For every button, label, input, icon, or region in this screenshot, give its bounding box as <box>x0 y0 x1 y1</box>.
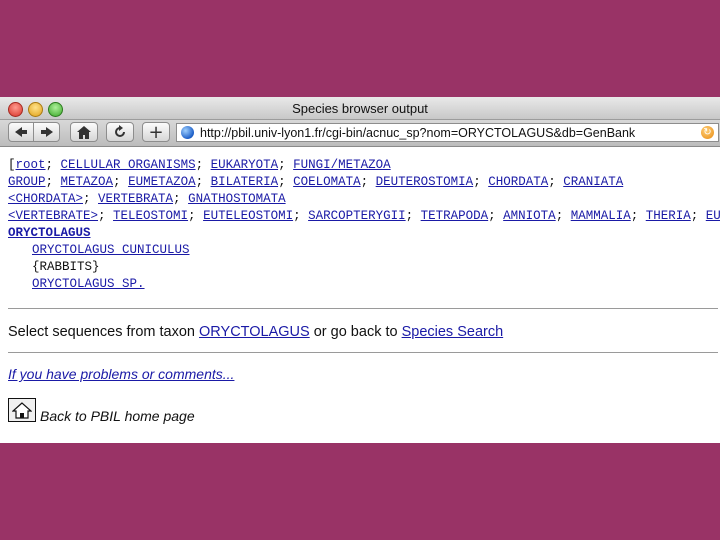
lineage-link[interactable]: CELLULAR ORGANISMS <box>61 158 196 172</box>
globe-icon <box>181 126 194 139</box>
lineage-link[interactable]: TELEOSTOMI <box>113 209 188 223</box>
lineage-separator: ; <box>473 175 489 189</box>
title-bar: Species browser output <box>0 97 720 120</box>
home-button[interactable] <box>70 122 98 142</box>
home-icon <box>77 125 91 139</box>
species-common-name: {RABBITS} <box>32 260 100 274</box>
lineage-separator: ; <box>690 209 706 223</box>
lineage-separator: ; <box>188 209 204 223</box>
lineage-link[interactable]: EUKARYOTA <box>211 158 279 172</box>
lineage-link[interactable]: COELOMATA <box>293 175 361 189</box>
select-middle: or go back to <box>309 324 402 340</box>
genus-link[interactable]: ORYCTOLAGUS <box>8 225 714 242</box>
lineage-link[interactable]: EUTHERIA <box>706 209 720 223</box>
house-icon <box>12 401 32 419</box>
lineage-separator: ; <box>278 158 294 172</box>
reload-icon <box>115 125 125 137</box>
browser-toolbar: + http://pbil.univ-lyon1.fr/cgi-bin/acnu… <box>0 120 720 147</box>
lineage-link[interactable]: CHORDATA <box>488 175 548 189</box>
address-bar[interactable]: http://pbil.univ-lyon1.fr/cgi-bin/acnuc_… <box>176 123 719 142</box>
lineage-link[interactable]: BILATERIA <box>211 175 279 189</box>
browser-window: Species browser output + http://pbil.uni… <box>0 97 720 443</box>
forward-arrow-icon <box>40 127 53 137</box>
home-page-row: Back to PBIL home page <box>8 398 195 424</box>
lineage-link[interactable]: VERTEBRATA <box>98 192 173 206</box>
divider <box>8 308 718 309</box>
lineage-separator: ; <box>405 209 421 223</box>
plus-icon: + <box>148 121 164 143</box>
address-url[interactable]: http://pbil.univ-lyon1.fr/cgi-bin/acnuc_… <box>200 126 701 140</box>
reload-button[interactable] <box>106 122 134 142</box>
species-link[interactable]: ORYCTOLAGUS CUNICULUS <box>32 242 714 259</box>
lineage-link[interactable]: THERIA <box>646 209 691 223</box>
lineage-open-bracket: [ <box>8 158 16 172</box>
lineage-separator: ; <box>548 175 564 189</box>
select-prefix: Select sequences from taxon <box>8 324 200 340</box>
lineage-link[interactable]: AMNIOTA <box>503 209 556 223</box>
taxonomy-lineage: [root; CELLULAR ORGANISMS; EUKARYOTA; FU… <box>8 157 720 225</box>
forward-button[interactable] <box>34 122 60 142</box>
species-search-link[interactable]: Species Search <box>402 324 504 340</box>
select-taxon-link[interactable]: ORYCTOLAGUS <box>199 324 310 340</box>
home-page-link[interactable]: Back to PBIL home page <box>40 408 195 424</box>
lineage-separator: ; <box>45 158 61 172</box>
species-link[interactable]: ORYCTOLAGUS SP. <box>32 276 714 293</box>
problems-comments-link[interactable]: If you have problems or comments... <box>8 366 234 382</box>
lineage-link[interactable]: DEUTEROSTOMIA <box>376 175 474 189</box>
lineage-separator: ; <box>293 209 309 223</box>
lineage-link[interactable]: EUTELEOSTOMI <box>203 209 293 223</box>
lineage-separator: ; <box>488 209 504 223</box>
lineage-link[interactable]: root <box>16 158 46 172</box>
lineage-separator: ; <box>195 158 211 172</box>
lineage-link[interactable]: MAMMALIA <box>571 209 631 223</box>
lineage-separator: ; <box>278 175 294 189</box>
lineage-separator: ; <box>45 175 61 189</box>
lineage-separator: ; <box>83 192 99 206</box>
lineage-link[interactable]: SARCOPTERYGII <box>308 209 406 223</box>
back-button[interactable] <box>8 122 34 142</box>
rss-icon[interactable]: ↻ <box>701 126 714 139</box>
window-title: Species browser output <box>292 101 428 116</box>
pbil-home-button[interactable] <box>8 398 36 422</box>
select-sequences-line: Select sequences from taxon ORYCTOLAGUS … <box>8 324 503 340</box>
lineage-separator: ; <box>113 175 129 189</box>
lineage-separator: ; <box>173 192 189 206</box>
lineage-separator: ; <box>98 209 114 223</box>
lineage-link[interactable]: EUMETAZOA <box>128 175 196 189</box>
divider <box>8 352 718 353</box>
lineage-link[interactable]: TETRAPODA <box>421 209 489 223</box>
page-content: [root; CELLULAR ORGANISMS; EUKARYOTA; FU… <box>8 157 720 293</box>
species-list: ORYCTOLAGUS CUNICULUS {RABBITS} ORYCTOLAGU… <box>32 242 714 293</box>
lineage-separator: ; <box>360 175 376 189</box>
back-arrow-icon <box>15 127 27 137</box>
lineage-separator: ; <box>195 175 211 189</box>
add-bookmark-button[interactable]: + <box>142 121 170 143</box>
lineage-separator: ; <box>555 209 571 223</box>
lineage-separator: ; <box>630 209 646 223</box>
lineage-link[interactable]: METAZOA <box>61 175 114 189</box>
